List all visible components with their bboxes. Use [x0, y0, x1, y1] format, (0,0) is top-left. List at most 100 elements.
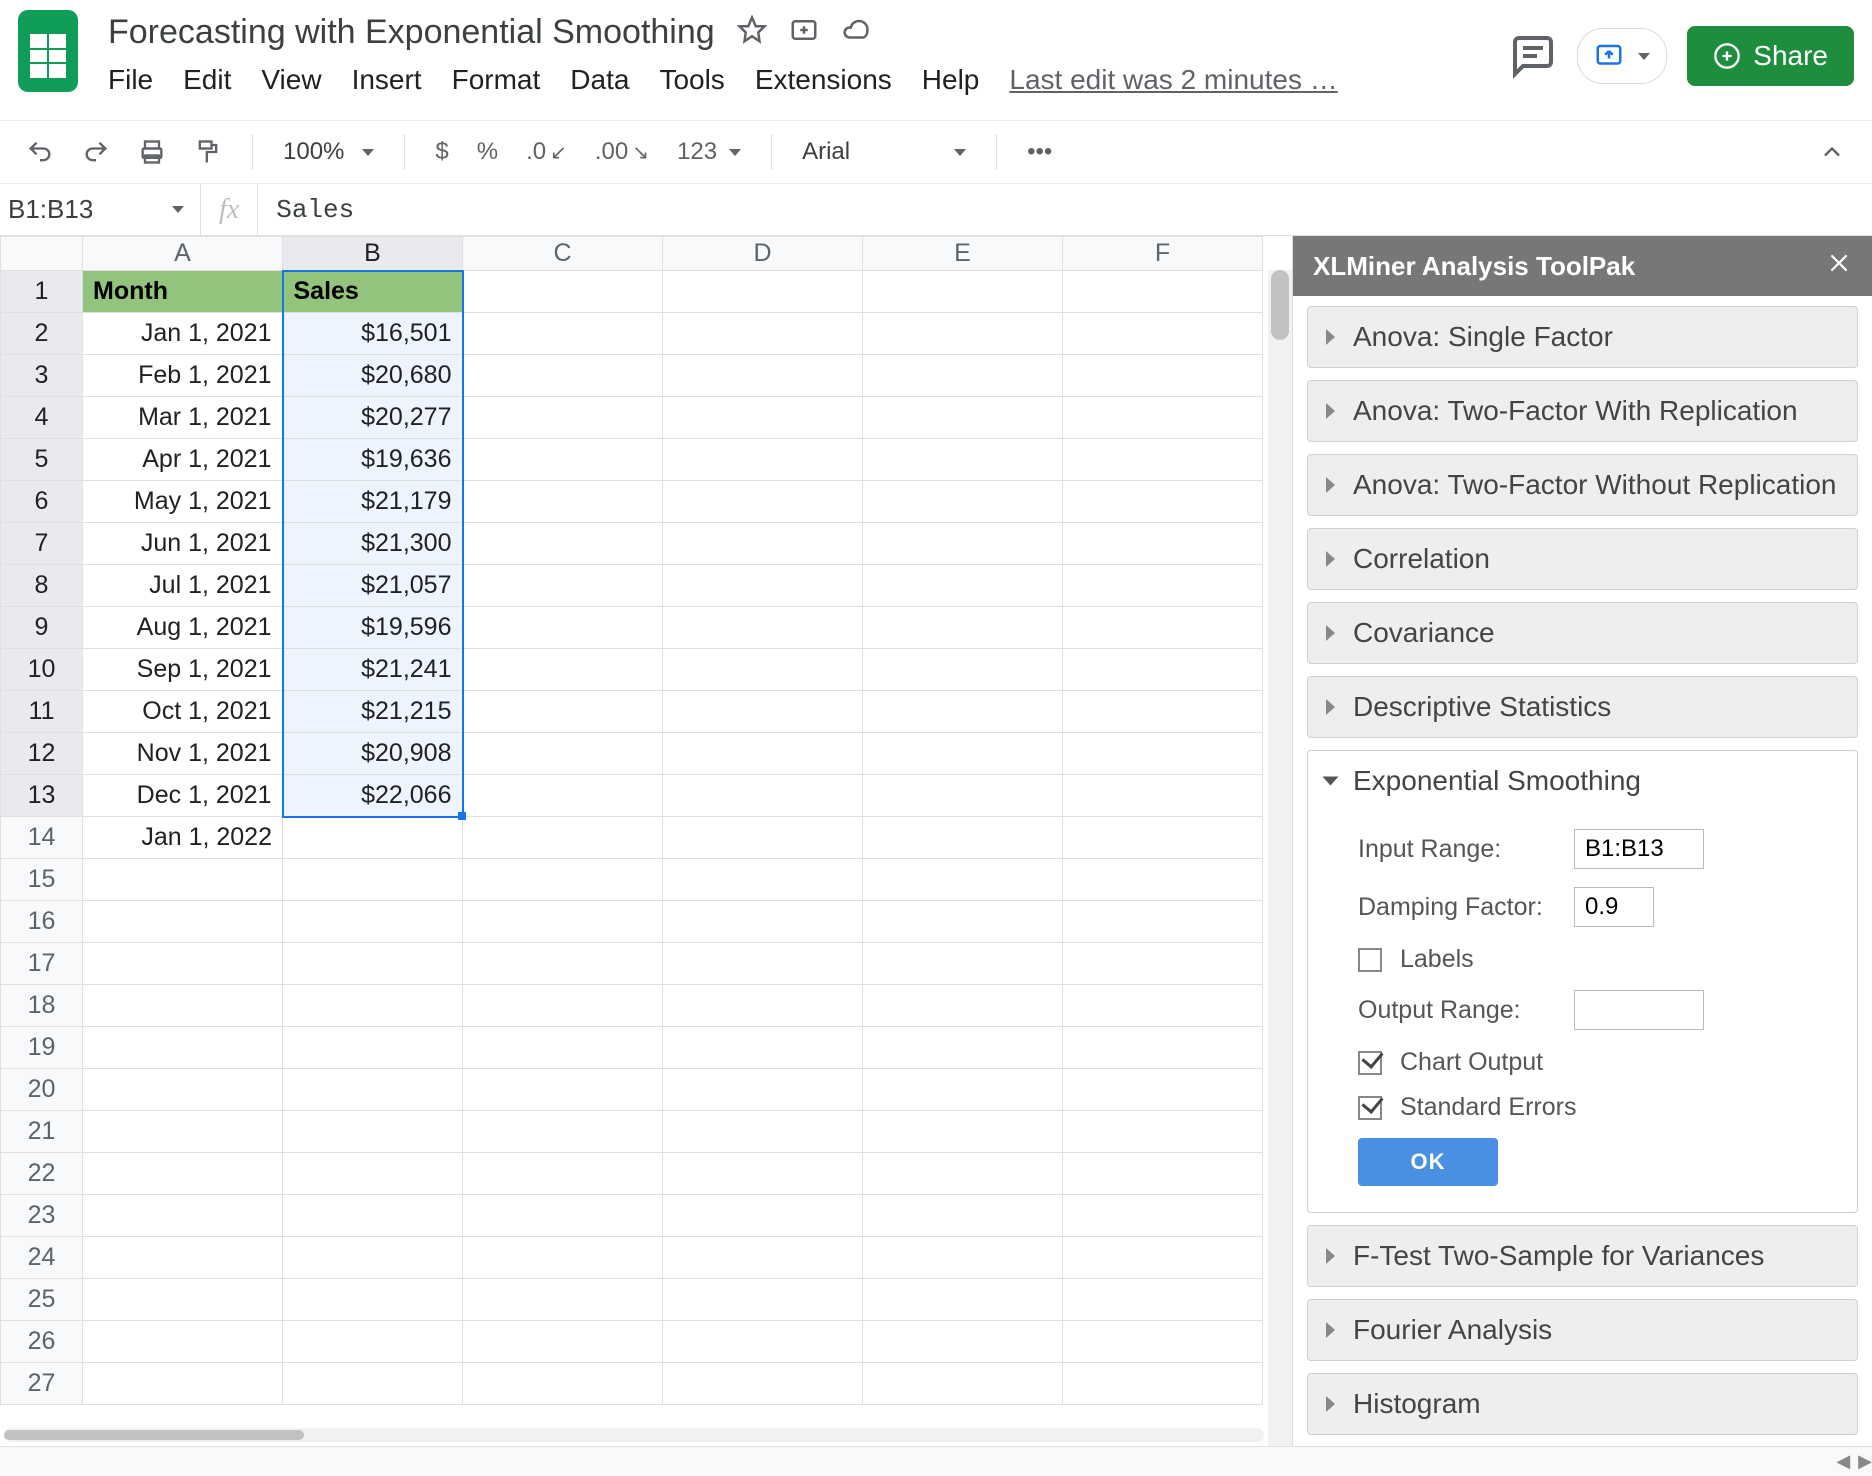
cell[interactable] [863, 1111, 1063, 1153]
cell[interactable] [463, 1153, 663, 1195]
cell[interactable] [463, 271, 663, 313]
last-edit-link[interactable]: Last edit was 2 minutes … [1009, 64, 1337, 96]
damping-field[interactable] [1574, 887, 1654, 927]
cell[interactable] [663, 1153, 863, 1195]
print-button[interactable] [128, 132, 176, 172]
cell[interactable] [83, 1321, 283, 1363]
cell[interactable] [463, 775, 663, 817]
cell[interactable] [863, 1321, 1063, 1363]
cell[interactable] [83, 1069, 283, 1111]
cell[interactable] [83, 1027, 283, 1069]
column-header-D[interactable]: D [663, 237, 863, 271]
cell[interactable] [463, 607, 663, 649]
row-header[interactable]: 2 [1, 313, 83, 355]
cell[interactable] [863, 775, 1063, 817]
cell[interactable]: Sep 1, 2021 [83, 649, 283, 691]
cell[interactable] [283, 817, 463, 859]
star-icon[interactable] [737, 15, 767, 50]
collapse-toolbar-button[interactable] [1808, 132, 1856, 172]
cell[interactable]: Jul 1, 2021 [83, 565, 283, 607]
cell[interactable] [663, 271, 863, 313]
cell[interactable] [663, 649, 863, 691]
row-header[interactable]: 20 [1, 1069, 83, 1111]
cell[interactable] [283, 1069, 463, 1111]
row-header[interactable]: 3 [1, 355, 83, 397]
row-header[interactable]: 16 [1, 901, 83, 943]
cell[interactable] [463, 817, 663, 859]
accordion-item-after-2[interactable]: Histogram [1307, 1373, 1858, 1435]
cell[interactable] [1063, 481, 1263, 523]
move-icon[interactable] [789, 15, 819, 50]
cell[interactable] [663, 1111, 863, 1153]
cell[interactable] [663, 313, 863, 355]
menu-data[interactable]: Data [570, 64, 629, 96]
format-percent-button[interactable]: % [467, 132, 508, 172]
cell[interactable] [463, 985, 663, 1027]
cell[interactable] [663, 607, 863, 649]
menu-format[interactable]: Format [452, 64, 541, 96]
cell[interactable] [463, 1237, 663, 1279]
cell[interactable] [1063, 1363, 1263, 1405]
cell[interactable] [1063, 1321, 1263, 1363]
increase-decimal-button[interactable]: .00↘ [585, 132, 659, 172]
output-range-field[interactable] [1574, 990, 1704, 1030]
present-button[interactable] [1577, 28, 1667, 84]
cell[interactable] [863, 985, 1063, 1027]
formula-input[interactable]: Sales [258, 195, 354, 225]
cell[interactable] [463, 1069, 663, 1111]
cell[interactable] [463, 1363, 663, 1405]
cell[interactable] [663, 943, 863, 985]
cell[interactable]: Nov 1, 2021 [83, 733, 283, 775]
column-header-E[interactable]: E [863, 237, 1063, 271]
cell[interactable] [863, 1279, 1063, 1321]
menu-edit[interactable]: Edit [183, 64, 231, 96]
row-header[interactable]: 25 [1, 1279, 83, 1321]
cell[interactable] [83, 1279, 283, 1321]
cell[interactable] [283, 1279, 463, 1321]
nav-right-icon[interactable]: ▶ [1858, 1451, 1872, 1472]
cell[interactable]: $21,300 [283, 523, 463, 565]
vertical-scrollbar[interactable] [1268, 270, 1292, 1446]
cell[interactable] [463, 397, 663, 439]
cell[interactable] [663, 355, 863, 397]
accordion-item-before-1[interactable]: Anova: Two-Factor With Replication [1307, 380, 1858, 442]
cell[interactable]: Aug 1, 2021 [83, 607, 283, 649]
cell[interactable] [1063, 1069, 1263, 1111]
row-header[interactable]: 1 [1, 271, 83, 313]
sheet-tab-bar[interactable]: ◀▶ [0, 1446, 1872, 1476]
cell[interactable] [863, 397, 1063, 439]
cell[interactable] [1063, 817, 1263, 859]
cell[interactable] [1063, 859, 1263, 901]
cell[interactable]: $21,057 [283, 565, 463, 607]
accordion-item-before-4[interactable]: Covariance [1307, 602, 1858, 664]
cell[interactable]: Jan 1, 2022 [83, 817, 283, 859]
row-header[interactable]: 21 [1, 1111, 83, 1153]
format-currency-button[interactable]: $ [425, 132, 458, 172]
cell[interactable] [663, 1069, 863, 1111]
cell[interactable]: $19,596 [283, 607, 463, 649]
cell[interactable]: $21,179 [283, 481, 463, 523]
cell[interactable] [1063, 1153, 1263, 1195]
cell[interactable]: $19,636 [283, 439, 463, 481]
cell[interactable] [663, 523, 863, 565]
accordion-item-exponential-smoothing[interactable]: Exponential SmoothingInput Range:Damping… [1307, 750, 1858, 1213]
cell[interactable] [663, 691, 863, 733]
cell[interactable] [83, 985, 283, 1027]
cell[interactable] [283, 1237, 463, 1279]
cell[interactable] [83, 1195, 283, 1237]
input-range-field[interactable] [1574, 829, 1704, 869]
cell[interactable] [1063, 943, 1263, 985]
ok-button[interactable]: OK [1358, 1138, 1498, 1186]
cell[interactable] [1063, 565, 1263, 607]
cell[interactable] [463, 733, 663, 775]
cell[interactable] [1063, 733, 1263, 775]
cell[interactable]: Mar 1, 2021 [83, 397, 283, 439]
cell[interactable] [663, 397, 863, 439]
cell[interactable] [1063, 1111, 1263, 1153]
cell[interactable] [83, 859, 283, 901]
cell[interactable]: $20,277 [283, 397, 463, 439]
accordion-item-before-5[interactable]: Descriptive Statistics [1307, 676, 1858, 738]
cell[interactable] [1063, 607, 1263, 649]
cell[interactable]: $16,501 [283, 313, 463, 355]
cell[interactable] [463, 439, 663, 481]
